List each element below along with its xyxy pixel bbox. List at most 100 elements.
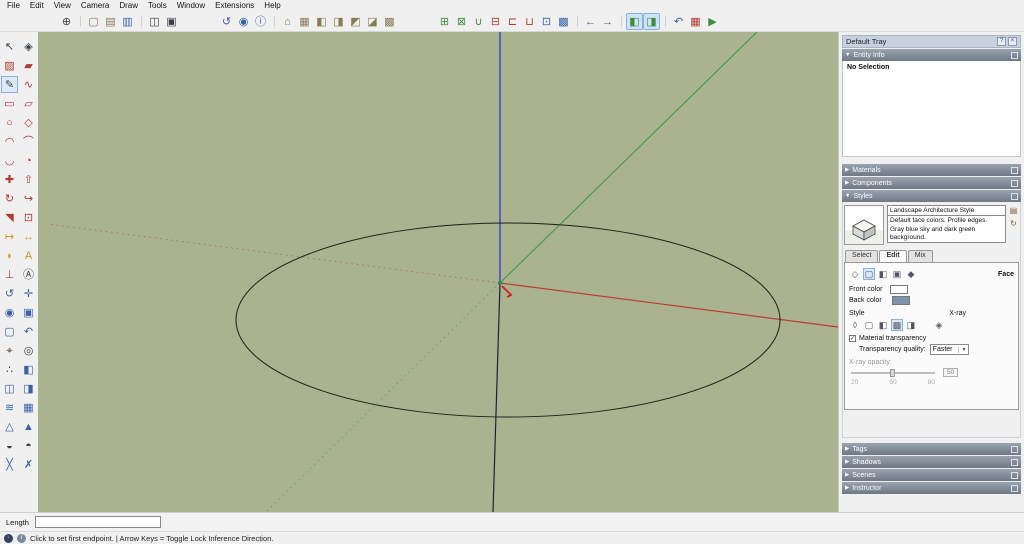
rotate-tool[interactable]: ↻ — [1, 190, 18, 207]
xray-style-icon[interactable]: ◈ — [933, 319, 945, 331]
edge-settings-icon[interactable]: ◇ — [849, 268, 861, 280]
stamp-tool[interactable]: ▲ — [20, 418, 37, 435]
transparency-quality-dropdown[interactable]: Faster ▼ — [929, 344, 970, 355]
undo-icon[interactable]: ↶ — [665, 13, 687, 30]
paint-bucket-tool[interactable]: ▨ — [1, 57, 18, 74]
add-location-icon[interactable]: ⊕ — [58, 13, 75, 30]
new-icon[interactable]: ▢ — [80, 13, 102, 30]
trim-icon[interactable]: ⊏ — [504, 13, 521, 30]
generate-report-icon[interactable]: ▦ — [687, 13, 704, 30]
pin-icon[interactable] — [1011, 445, 1018, 453]
tab-edit[interactable]: Edit — [879, 250, 907, 262]
look-around-tool[interactable]: ◎ — [20, 342, 37, 359]
xray-opacity-slider[interactable] — [851, 368, 935, 377]
slider-thumb[interactable] — [890, 368, 896, 377]
sandbox-from-scratch-tool[interactable]: ▦ — [20, 399, 37, 416]
section-header-components[interactable]: ▶ Components — [842, 177, 1021, 189]
style-name-field[interactable]: Landscape Architecture Style — [887, 205, 1006, 216]
section-plane-icon[interactable]: ⊡ — [538, 13, 555, 30]
view-right-icon[interactable]: ◨ — [330, 13, 347, 30]
view-bottom-icon[interactable]: ▩ — [381, 13, 398, 30]
previous-view-icon[interactable]: ← — [577, 13, 599, 30]
watermark-settings-icon[interactable]: ▣ — [891, 268, 903, 280]
freehand-tool[interactable]: ∿ — [20, 76, 37, 93]
menu-item[interactable]: Edit — [25, 0, 49, 11]
menu-item[interactable]: Tools — [143, 0, 172, 11]
save-icon[interactable]: ▥ — [119, 13, 136, 30]
tab-select[interactable]: Select — [845, 250, 879, 262]
rotated-rectangle-tool[interactable]: ▱ — [20, 95, 37, 112]
pan-tool[interactable]: ✛ — [20, 285, 37, 302]
zoom-icon[interactable]: ◉ — [235, 13, 252, 30]
zoom-window-tool[interactable]: ▣ — [20, 304, 37, 321]
text-tool[interactable]: A — [20, 247, 37, 264]
geolocation-icon[interactable]: ◦ — [4, 533, 13, 543]
menu-item[interactable]: Help — [259, 0, 285, 11]
section-header-entity-info[interactable]: ▼ Entity Info — [842, 49, 1021, 61]
arc-tool[interactable]: ◠ — [1, 133, 18, 150]
paste-icon[interactable]: ▣ — [163, 13, 180, 30]
model-info-icon[interactable]: ⓘ — [252, 13, 269, 30]
view-left-icon[interactable]: ◪ — [364, 13, 381, 30]
section-cut-toggle[interactable]: ◨ — [20, 380, 37, 397]
eraser-tool[interactable]: ▰ — [20, 57, 37, 74]
background-settings-icon[interactable]: ◧ — [877, 268, 889, 280]
xray-toggle-icon[interactable]: ◨ — [643, 12, 660, 30]
offset-tool[interactable]: ⊡ — [20, 209, 37, 226]
move-tool[interactable]: ✚ — [1, 171, 18, 188]
orbit-icon[interactable]: ↺ — [218, 13, 235, 30]
dimension-tool[interactable]: ↔ — [20, 228, 37, 245]
pin-icon[interactable] — [1011, 471, 1018, 479]
axes-tool[interactable]: ⊥ — [1, 266, 18, 283]
3d-text-tool[interactable]: Ⓐ — [20, 266, 37, 283]
tray-help-button[interactable]: ? — [997, 37, 1006, 46]
tab-mix[interactable]: Mix — [907, 250, 933, 262]
split-icon[interactable]: ⊔ — [521, 13, 538, 30]
protractor-tool[interactable]: ◗ — [1, 247, 18, 264]
menu-item[interactable]: View — [49, 0, 76, 11]
pin-icon[interactable] — [1011, 51, 1018, 59]
shaded-with-textures-style-icon[interactable]: ▩ — [891, 319, 903, 331]
line-tool[interactable]: ✎ — [1, 76, 18, 93]
open-icon[interactable]: ▤ — [102, 13, 119, 30]
front-color-swatch[interactable] — [890, 285, 909, 294]
section-header-styles[interactable]: ▼ Styles — [842, 190, 1021, 202]
back-color-swatch[interactable] — [891, 296, 910, 305]
smoove-tool[interactable]: △ — [1, 418, 18, 435]
view-top-icon[interactable]: ▦ — [296, 13, 313, 30]
rectangle-tool[interactable]: ▭ — [1, 95, 18, 112]
pin-icon[interactable] — [1011, 179, 1018, 187]
credits-icon[interactable]: i — [17, 533, 26, 543]
menu-item[interactable]: Draw — [114, 0, 143, 11]
two-point-arc-tool[interactable]: ⌒ — [20, 133, 37, 150]
menu-item[interactable]: Extensions — [210, 0, 259, 11]
menu-item[interactable]: Window — [172, 0, 210, 11]
zoom-tool[interactable]: ◉ — [1, 304, 18, 321]
pie-tool[interactable]: ◔ — [20, 152, 37, 169]
union-icon[interactable]: ∪ — [470, 13, 487, 30]
sandbox-from-contours-tool[interactable]: ≋ — [1, 399, 18, 416]
outer-shell-icon[interactable]: ⊞ — [436, 13, 453, 30]
update-style-button[interactable]: ↻ — [1008, 218, 1019, 229]
pin-icon[interactable] — [1011, 192, 1018, 200]
xray-opacity-value[interactable]: 50 — [943, 368, 958, 377]
view-front-icon[interactable]: ◧ — [313, 13, 330, 30]
monochrome-style-icon[interactable]: ◨ — [905, 319, 917, 331]
create-new-style-button[interactable]: ▤ — [1008, 205, 1019, 216]
tray-close-button[interactable]: × — [1008, 37, 1017, 46]
intersect-icon[interactable]: ⊠ — [453, 13, 470, 30]
subtract-icon[interactable]: ⊟ — [487, 13, 504, 30]
section-header-scenes[interactable]: ▶ Scenes — [842, 469, 1021, 481]
select-tool[interactable]: ↖ — [1, 38, 18, 55]
section-plane-tool[interactable]: ◧ — [20, 361, 37, 378]
flip-edge-tool[interactable]: ╳ — [1, 456, 18, 473]
section-fill-icon[interactable]: ▩ — [555, 13, 572, 30]
menu-item[interactable]: Camera — [76, 0, 114, 11]
section-header-tags[interactable]: ▶ Tags — [842, 443, 1021, 455]
walk-tool[interactable]: ∴ — [1, 361, 18, 378]
modeling-canvas[interactable] — [38, 32, 838, 512]
position-camera-tool[interactable]: ⌖ — [1, 342, 18, 359]
next-view-icon[interactable]: → — [599, 13, 616, 30]
view-back-icon[interactable]: ◩ — [347, 13, 364, 30]
hidden-line-style-icon[interactable]: ▢ — [863, 319, 875, 331]
